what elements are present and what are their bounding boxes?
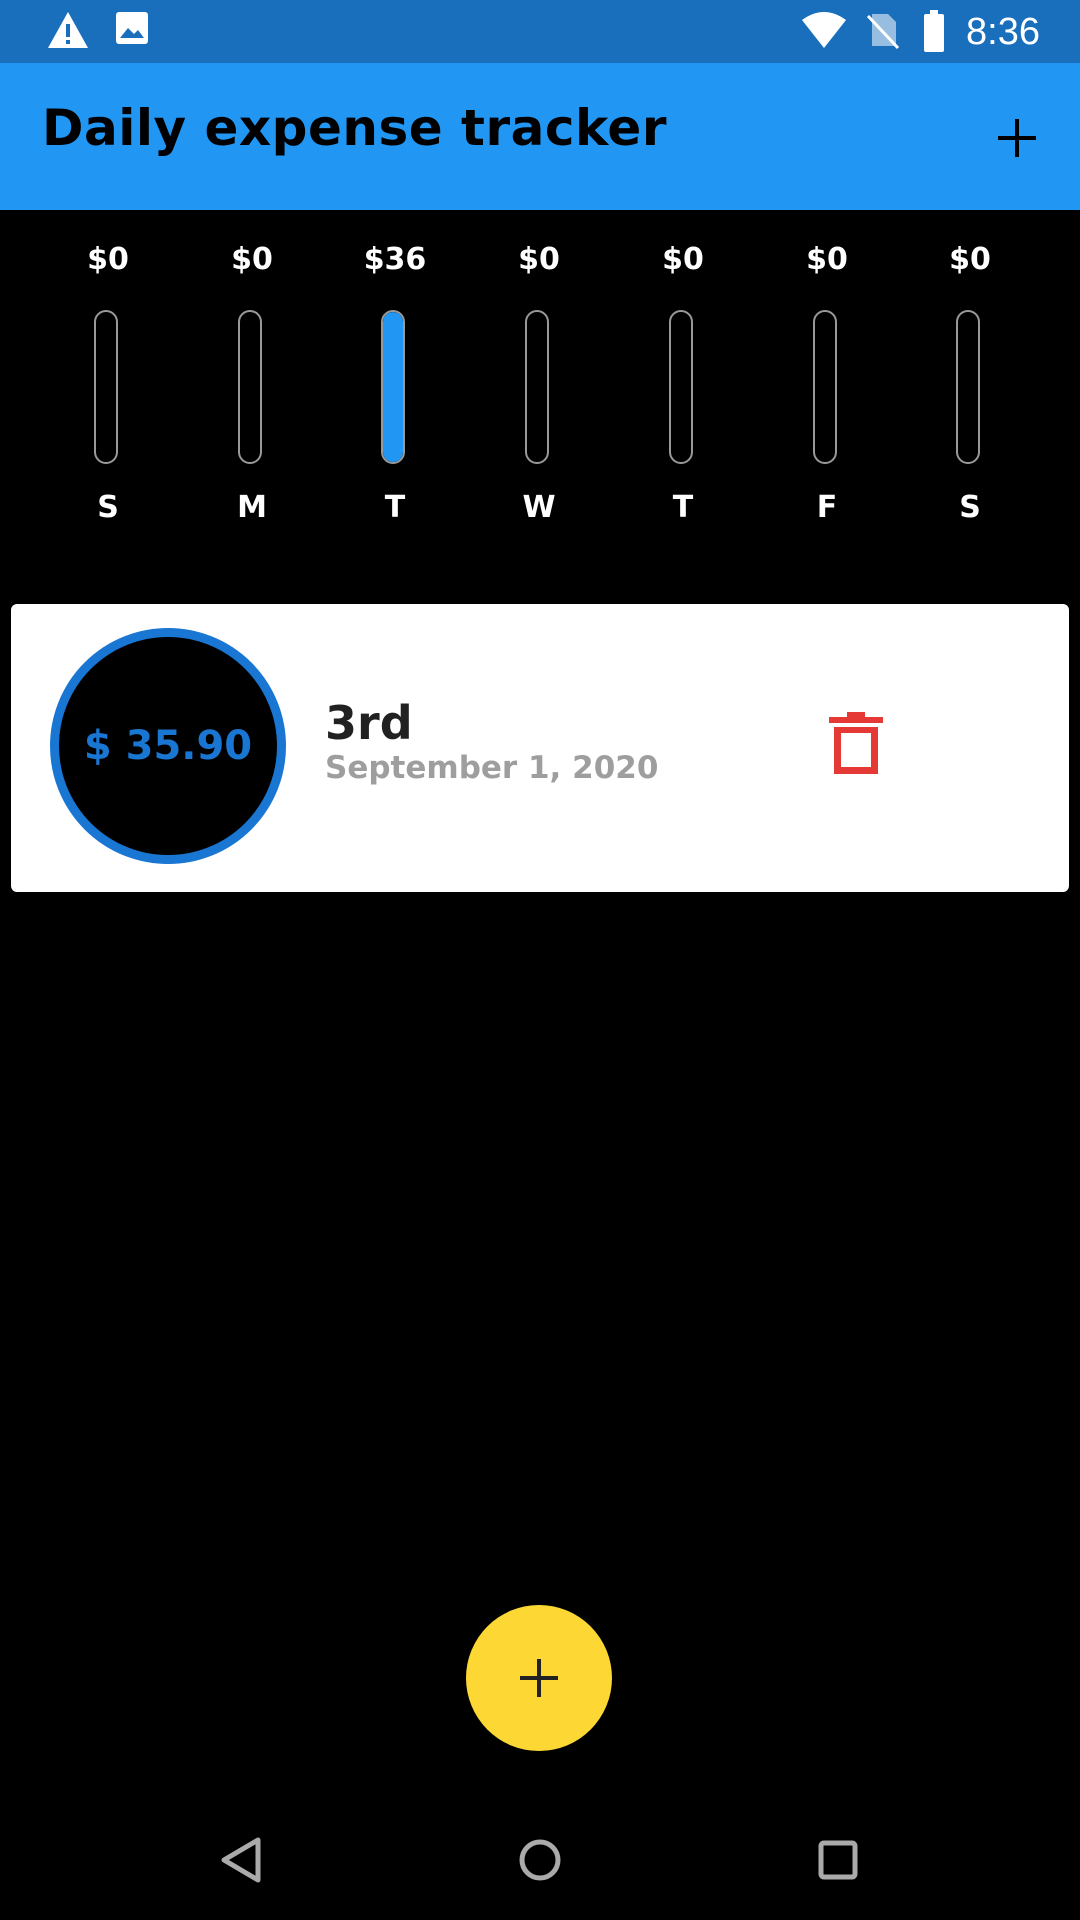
- bar-day-label: S: [959, 490, 981, 525]
- chart-column: $36 T: [323, 210, 467, 550]
- home-icon: [519, 1839, 561, 1881]
- bar-day-label: F: [816, 490, 838, 525]
- delete-button[interactable]: [827, 712, 885, 776]
- chart-column: $0 S: [36, 210, 180, 550]
- chart-column: $0 F: [755, 210, 899, 550]
- plus-icon: [520, 1659, 558, 1697]
- recents-icon: [818, 1840, 858, 1880]
- bar-day-label: T: [672, 490, 694, 525]
- bar-track: [94, 310, 118, 464]
- status-bar: 8:36: [0, 0, 1080, 63]
- transaction-card[interactable]: $ 35.90 3rd September 1, 2020: [11, 604, 1069, 892]
- add-transaction-button[interactable]: [982, 103, 1052, 173]
- bar-amount: $36: [363, 242, 427, 277]
- bar-track: [381, 310, 405, 464]
- bar-track: [956, 310, 980, 464]
- page-title: Daily expense tracker: [42, 99, 667, 157]
- system-nav-bar: [0, 1800, 1080, 1920]
- bar-day-label: S: [97, 490, 119, 525]
- back-icon: [221, 1837, 261, 1883]
- bar-track: [525, 310, 549, 464]
- plus-icon: [998, 119, 1036, 157]
- chart-column: $0 W: [467, 210, 611, 550]
- bar-amount: $0: [231, 242, 273, 277]
- weekly-chart: $0 S $0 M $36 T $0 W $0 T $0 F $0 S: [0, 210, 1080, 550]
- bar-amount: $0: [662, 242, 704, 277]
- bar-amount: $0: [949, 242, 991, 277]
- amount-avatar: $ 35.90: [50, 628, 286, 864]
- bar-day-label: W: [522, 490, 556, 525]
- no-sim-icon: [864, 10, 900, 54]
- wifi-icon: [800, 10, 848, 54]
- recents-button[interactable]: [808, 1830, 868, 1890]
- bar-track: [238, 310, 262, 464]
- transaction-title: 3rd: [325, 696, 413, 750]
- home-button[interactable]: [510, 1830, 570, 1890]
- trash-icon: [829, 712, 883, 774]
- chart-column: $0 T: [611, 210, 755, 550]
- transaction-date: September 1, 2020: [325, 750, 659, 786]
- bar-day-label: M: [237, 490, 267, 525]
- bar-amount: $0: [806, 242, 848, 277]
- image-icon: [114, 10, 150, 50]
- app-bar: Daily expense tracker: [0, 63, 1080, 210]
- bar-day-label: T: [384, 490, 406, 525]
- clock: 8:36: [966, 11, 1040, 53]
- bar-track: [813, 310, 837, 464]
- chart-column: $0 M: [180, 210, 324, 550]
- add-fab-button[interactable]: [466, 1605, 612, 1751]
- bar-amount: $0: [87, 242, 129, 277]
- bar-track: [669, 310, 693, 464]
- bar-amount: $0: [518, 242, 560, 277]
- back-button[interactable]: [212, 1830, 272, 1890]
- chart-column: $0 S: [898, 210, 1042, 550]
- battery-icon: [922, 10, 946, 56]
- warning-icon: [46, 10, 90, 54]
- bar-fill: [383, 312, 403, 462]
- transaction-amount: $ 35.90: [83, 723, 253, 769]
